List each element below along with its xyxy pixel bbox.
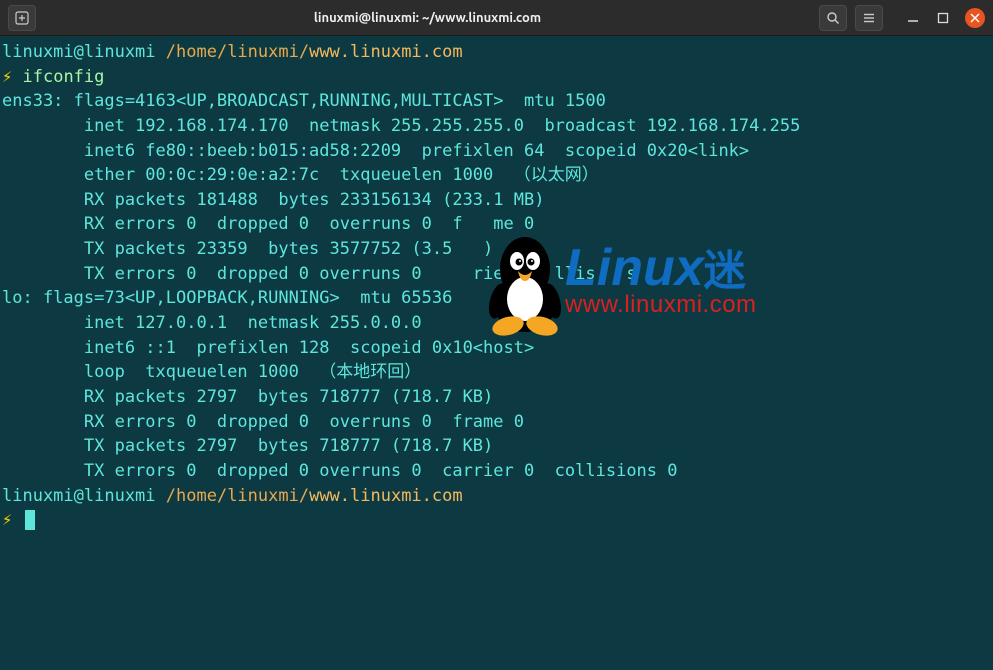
output-line: ens33: flags=4163<UP,BROADCAST,RUNNING,M… — [2, 89, 991, 114]
output-line: inet 127.0.0.1 netmask 255.0.0.0 — [2, 311, 991, 336]
bolt-icon: ⚡ — [2, 510, 12, 530]
window-controls — [905, 8, 985, 28]
output-line: inet 192.168.174.170 netmask 255.255.255… — [2, 114, 991, 139]
prompt-path: /home/linuxmi/ — [166, 42, 309, 62]
titlebar: linuxmi@linuxmi: ~/www.linuxmi.com — [0, 0, 993, 36]
output-line: lo: flags=73<UP,LOOPBACK,RUNNING> mtu 65… — [2, 286, 991, 311]
output-line: RX packets 181488 bytes 233156134 (233.1… — [2, 188, 991, 213]
hamburger-icon — [862, 11, 876, 25]
bolt-icon: ⚡ — [2, 67, 12, 87]
close-button[interactable] — [965, 8, 985, 28]
output-line: loop txqueuelen 1000 （本地环回） — [2, 360, 991, 385]
terminal-body[interactable]: linuxmi@linuxmi /home/linuxmi/www.linuxm… — [0, 36, 993, 670]
output-line: TX packets 2797 bytes 718777 (718.7 KB) — [2, 434, 991, 459]
minimize-button[interactable] — [905, 10, 921, 26]
output-line: RX errors 0 dropped 0 overruns 0 frame 0 — [2, 410, 991, 435]
prompt-path: /home/linuxmi/ — [166, 486, 309, 506]
prompt-line: linuxmi@linuxmi /home/linuxmi/www.linuxm… — [2, 40, 991, 65]
output-line: TX packets 23359 bytes 3577752 (3.5 ) — [2, 237, 991, 262]
search-icon — [826, 11, 840, 25]
prompt-user: linuxmi@linuxmi — [2, 42, 156, 62]
terminal-tab-icon — [15, 11, 29, 25]
output-line: RX errors 0 dropped 0 overruns 0 f me 0 — [2, 212, 991, 237]
minimize-icon — [907, 12, 919, 24]
command-line: ⚡ ifconfig — [2, 65, 991, 90]
menu-button[interactable] — [855, 5, 883, 31]
search-button[interactable] — [819, 5, 847, 31]
prompt-path2: www.linuxmi.com — [309, 42, 463, 62]
output-line: inet6 fe80::beeb:b015:ad58:2209 prefixle… — [2, 139, 991, 164]
new-tab-button[interactable] — [8, 5, 36, 31]
cursor — [25, 510, 35, 530]
output-line: inet6 ::1 prefixlen 128 scopeid 0x10<hos… — [2, 336, 991, 361]
prompt-user: linuxmi@linuxmi — [2, 486, 156, 506]
titlebar-left — [8, 5, 36, 31]
output-line: RX packets 2797 bytes 718777 (718.7 KB) — [2, 385, 991, 410]
close-icon — [970, 13, 980, 23]
command-text: ifconfig — [23, 67, 105, 87]
prompt-input-line: ⚡ — [2, 508, 991, 533]
prompt-path2: www.linuxmi.com — [309, 486, 463, 506]
terminal-window: linuxmi@linuxmi: ~/www.linuxmi.com — [0, 0, 993, 670]
maximize-icon — [937, 12, 949, 24]
output-line: ether 00:0c:29:0e:a2:7c txqueuelen 1000 … — [2, 163, 991, 188]
window-title: linuxmi@linuxmi: ~/www.linuxmi.com — [36, 11, 819, 25]
maximize-button[interactable] — [935, 10, 951, 26]
output-line: TX errors 0 dropped 0 overruns 0 carrier… — [2, 459, 991, 484]
output-line: TX errors 0 dropped 0 overruns 0 rie lli… — [2, 262, 991, 287]
titlebar-right — [819, 5, 985, 31]
prompt-line: linuxmi@linuxmi /home/linuxmi/www.linuxm… — [2, 484, 991, 509]
